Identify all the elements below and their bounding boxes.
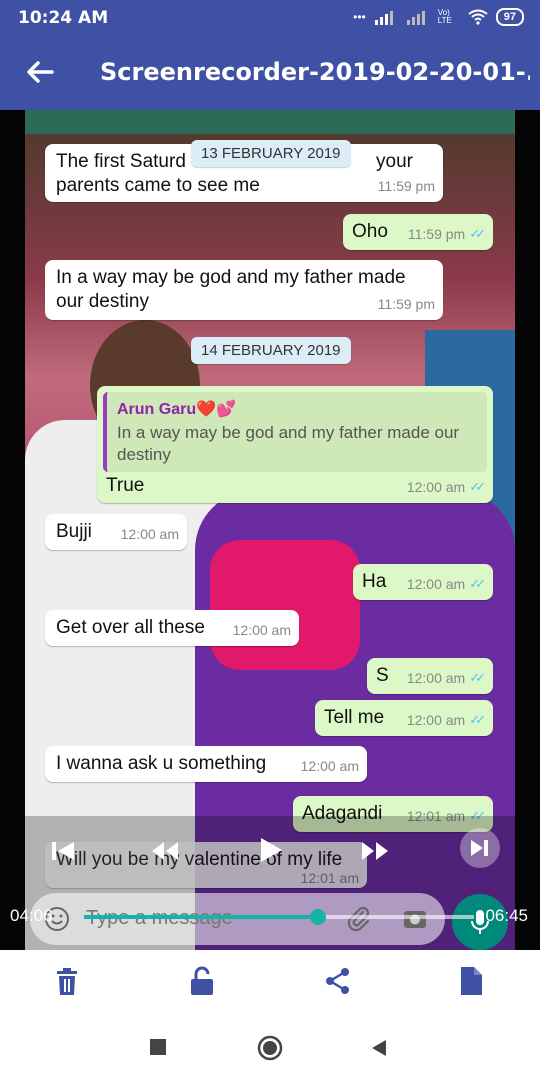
quote-author: Arun Garu❤️💕: [117, 401, 236, 418]
share-icon[interactable]: [324, 967, 352, 995]
message-text: Ha: [362, 571, 387, 592]
network-label: Vo) LTE: [437, 8, 452, 25]
fast-forward-icon[interactable]: [360, 840, 390, 862]
stop-square-icon[interactable]: [150, 1039, 166, 1055]
current-time: 04:06: [10, 906, 53, 925]
attach-icon: [347, 906, 370, 932]
read-ticks-icon: ✓✓: [469, 226, 486, 241]
home-circle-icon[interactable]: [257, 1035, 283, 1061]
system-nav-bar: [0, 1016, 540, 1080]
message-text: Tell me: [324, 707, 385, 728]
page-title: Screenrecorder-2019-02-20-01-...: [100, 58, 530, 86]
read-ticks-icon: ✓✓: [469, 479, 486, 494]
read-ticks-icon: ✓✓: [469, 576, 486, 591]
delete-icon[interactable]: [55, 968, 79, 996]
message-time: 12:00 am: [406, 479, 466, 495]
back-triangle-icon[interactable]: [370, 1038, 388, 1058]
wifi-icon: [468, 9, 488, 25]
message-text: Oho: [352, 221, 388, 242]
camera-icon: [404, 911, 426, 928]
back-arrow-icon[interactable]: [22, 54, 58, 90]
message-time: 11:59 pm: [407, 226, 466, 242]
message-outgoing-reply: Arun Garu❤️💕 In a way may be god and my …: [97, 386, 493, 503]
message-composer: Type a message: [30, 893, 445, 945]
message-time: 11:59 pm: [377, 178, 435, 194]
app-bar: Screenrecorder-2019-02-20-01-...: [0, 34, 540, 110]
message-incoming: Bujji 12:00 am: [45, 514, 187, 550]
dots-icon: •••: [353, 10, 366, 24]
signal-icon: [374, 11, 393, 25]
video-player[interactable]: The first Saturd your parents came to se…: [0, 110, 540, 950]
message-incoming: In a way may be god and my father made o…: [45, 260, 443, 320]
message-text: parents came to see me: [56, 175, 260, 196]
message-incoming: Get over all these 12:00 am: [45, 610, 299, 646]
message-time: 12:00 am: [300, 758, 359, 774]
play-icon[interactable]: [258, 836, 284, 864]
total-time: 06:45: [485, 906, 528, 925]
message-time: 12:00 am: [232, 622, 291, 638]
background-saree: [210, 540, 360, 670]
message-time: 12:00 am: [406, 712, 466, 728]
battery-badge: 97: [495, 8, 524, 26]
message-text: In a way may be god and my father made: [56, 267, 406, 288]
message-time: 12:00 am: [406, 670, 466, 686]
message-time: 12:00 am: [406, 576, 466, 592]
message-text: Get over all these: [56, 617, 205, 638]
message-text: S: [376, 665, 389, 686]
read-ticks-icon: ✓✓: [469, 712, 486, 727]
unlock-icon[interactable]: [189, 966, 215, 996]
message-outgoing: Tell me 12:00 am ✓✓: [315, 700, 493, 736]
message-outgoing: Ha 12:00 am ✓✓: [353, 564, 493, 600]
seek-bar[interactable]: [84, 909, 474, 925]
clock: 10:24 AM: [18, 8, 109, 28]
message-outgoing: Oho 11:59 pm ✓✓: [343, 214, 493, 250]
seek-progress: [84, 915, 318, 919]
message-text: your: [376, 151, 413, 172]
message-text: our destiny: [56, 291, 149, 312]
action-bar: [0, 950, 540, 1016]
seek-handle[interactable]: [310, 909, 326, 925]
read-ticks-icon: ✓✓: [469, 670, 486, 685]
status-icons: ••• Vo) LTE 97: [353, 8, 524, 26]
date-chip: 14 FEBRUARY 2019: [191, 337, 351, 364]
message-time: 12:00 am: [120, 526, 179, 542]
quoted-message[interactable]: Arun Garu❤️💕 In a way may be god and my …: [103, 392, 487, 472]
message-time: 11:59 pm: [377, 296, 435, 312]
status-bar: 10:24 AM ••• Vo) LTE 97: [0, 0, 540, 34]
background-wall: [25, 110, 515, 134]
date-chip: 13 FEBRUARY 2019: [191, 140, 351, 167]
message-text: Bujji: [56, 521, 92, 542]
rewind-icon[interactable]: [150, 840, 180, 862]
message-text: I wanna ask u something: [56, 753, 267, 774]
quote-text: In a way may be god and my father made o…: [117, 423, 460, 464]
skip-next-button[interactable]: [460, 828, 500, 868]
message-text: True: [106, 475, 145, 496]
message-text: The first Saturd: [56, 151, 186, 172]
signal-icon-2: [406, 11, 425, 25]
skip-previous-icon[interactable]: [50, 840, 76, 862]
skip-next-icon: [471, 840, 488, 856]
message-outgoing: S 12:00 am ✓✓: [367, 658, 493, 694]
message-incoming: I wanna ask u something 12:00 am: [45, 746, 367, 782]
file-icon[interactable]: [459, 966, 483, 996]
